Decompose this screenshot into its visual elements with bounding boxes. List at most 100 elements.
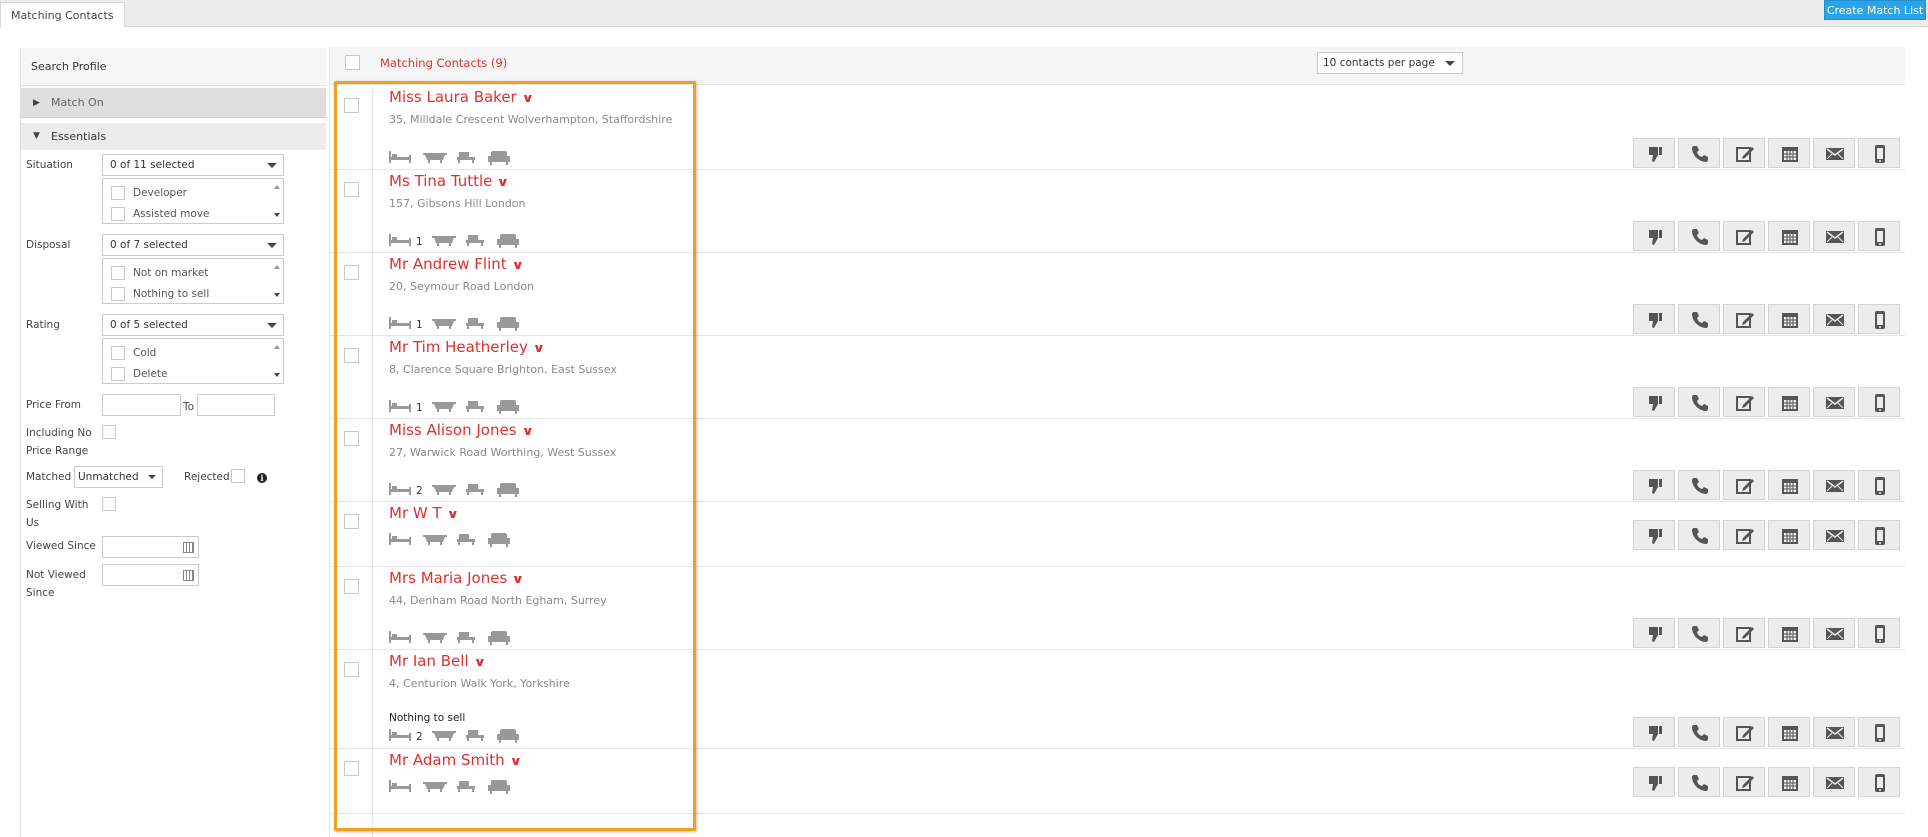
phone-button[interactable]: [1678, 138, 1720, 168]
contact-checkbox[interactable]: [344, 431, 359, 446]
contact-name-link[interactable]: Mr W T ∨: [389, 503, 459, 524]
calendar-icon[interactable]: [183, 570, 194, 581]
not-viewed-since-input[interactable]: [102, 564, 199, 586]
mobile-button[interactable]: [1858, 470, 1900, 500]
mobile-button[interactable]: [1858, 221, 1900, 251]
rating-option[interactable]: Cold: [111, 346, 156, 362]
scrollbar[interactable]: [271, 339, 283, 383]
edit-button[interactable]: [1723, 221, 1765, 251]
chevron-down-icon[interactable]: ∨: [473, 652, 486, 672]
create-match-list-button[interactable]: Create Match List: [1824, 0, 1926, 20]
email-button[interactable]: [1813, 767, 1855, 797]
scrollbar[interactable]: [271, 259, 283, 303]
checkbox[interactable]: [111, 287, 125, 301]
mobile-button[interactable]: [1858, 304, 1900, 334]
including-no-price-checkbox[interactable]: [102, 425, 116, 439]
chevron-down-icon[interactable]: ∨: [532, 338, 545, 358]
scroll-up-icon[interactable]: [274, 265, 280, 269]
thumbs-down-button[interactable]: [1633, 221, 1675, 251]
email-button[interactable]: [1813, 520, 1855, 550]
info-icon[interactable]: i: [257, 473, 267, 483]
contact-checkbox[interactable]: [344, 348, 359, 363]
rating-options-list[interactable]: Cold Delete: [102, 338, 284, 384]
per-page-select[interactable]: 10 contacts per page: [1317, 52, 1463, 74]
edit-button[interactable]: [1723, 304, 1765, 334]
checkbox[interactable]: [111, 207, 125, 221]
calendar-button[interactable]: [1768, 520, 1810, 550]
chevron-down-icon[interactable]: ∨: [521, 421, 534, 441]
phone-button[interactable]: [1678, 304, 1720, 334]
edit-button[interactable]: [1723, 387, 1765, 417]
contact-checkbox[interactable]: [344, 761, 359, 776]
mobile-button[interactable]: [1858, 767, 1900, 797]
situation-select[interactable]: 0 of 11 selected: [102, 154, 284, 176]
rejected-checkbox[interactable]: [231, 469, 245, 483]
scrollbar[interactable]: [271, 179, 283, 223]
mobile-button[interactable]: [1858, 717, 1900, 747]
calendar-button[interactable]: [1768, 138, 1810, 168]
rating-select[interactable]: 0 of 5 selected: [102, 314, 284, 336]
thumbs-down-button[interactable]: [1633, 304, 1675, 334]
thumbs-down-button[interactable]: [1633, 138, 1675, 168]
contact-checkbox[interactable]: [344, 98, 359, 113]
email-button[interactable]: [1813, 387, 1855, 417]
thumbs-down-button[interactable]: [1633, 717, 1675, 747]
calendar-icon[interactable]: [183, 542, 194, 553]
mobile-button[interactable]: [1858, 138, 1900, 168]
scroll-down-icon[interactable]: [274, 213, 280, 217]
chevron-down-icon[interactable]: ∨: [521, 88, 534, 108]
contact-name-link[interactable]: Mr Ian Bell ∨: [389, 651, 486, 672]
contact-name-link[interactable]: Miss Laura Baker ∨: [389, 87, 534, 108]
selling-with-us-checkbox[interactable]: [102, 497, 116, 511]
calendar-button[interactable]: [1768, 221, 1810, 251]
edit-button[interactable]: [1723, 470, 1765, 500]
chevron-down-icon[interactable]: ∨: [512, 569, 525, 589]
contact-checkbox[interactable]: [344, 579, 359, 594]
thumbs-down-button[interactable]: [1633, 470, 1675, 500]
edit-button[interactable]: [1723, 618, 1765, 648]
calendar-button[interactable]: [1768, 304, 1810, 334]
thumbs-down-button[interactable]: [1633, 387, 1675, 417]
email-button[interactable]: [1813, 717, 1855, 747]
thumbs-down-button[interactable]: [1633, 618, 1675, 648]
disposal-option[interactable]: Not on market: [111, 266, 208, 282]
phone-button[interactable]: [1678, 387, 1720, 417]
scroll-up-icon[interactable]: [274, 185, 280, 189]
contact-checkbox[interactable]: [344, 514, 359, 529]
chevron-down-icon[interactable]: ∨: [497, 172, 510, 192]
contact-name-link[interactable]: Mr Tim Heatherley ∨: [389, 337, 545, 358]
disposal-select[interactable]: 0 of 7 selected: [102, 234, 284, 256]
chevron-down-icon[interactable]: ∨: [511, 255, 524, 275]
edit-button[interactable]: [1723, 520, 1765, 550]
chevron-down-icon[interactable]: ∨: [509, 751, 522, 771]
situation-option[interactable]: Developer: [111, 186, 187, 202]
phone-button[interactable]: [1678, 717, 1720, 747]
calendar-button[interactable]: [1768, 387, 1810, 417]
scroll-down-icon[interactable]: [274, 373, 280, 377]
situation-option[interactable]: Assisted move: [111, 207, 209, 223]
checkbox[interactable]: [111, 186, 125, 200]
select-all-checkbox[interactable]: [345, 55, 360, 70]
phone-button[interactable]: [1678, 618, 1720, 648]
contact-name-link[interactable]: Miss Alison Jones ∨: [389, 420, 534, 441]
calendar-button[interactable]: [1768, 470, 1810, 500]
contact-name-link[interactable]: Mrs Maria Jones ∨: [389, 568, 525, 589]
calendar-button[interactable]: [1768, 618, 1810, 648]
tab-matching-contacts[interactable]: Matching Contacts: [0, 2, 125, 28]
matched-select[interactable]: Unmatched: [74, 466, 163, 488]
email-button[interactable]: [1813, 221, 1855, 251]
price-to-input[interactable]: [197, 394, 275, 416]
match-on-section-header[interactable]: ▶ Match On: [21, 88, 326, 118]
phone-button[interactable]: [1678, 767, 1720, 797]
thumbs-down-button[interactable]: [1633, 767, 1675, 797]
email-button[interactable]: [1813, 618, 1855, 648]
thumbs-down-button[interactable]: [1633, 520, 1675, 550]
scroll-up-icon[interactable]: [274, 345, 280, 349]
checkbox[interactable]: [111, 346, 125, 360]
contact-name-link[interactable]: Ms Tina Tuttle ∨: [389, 171, 510, 192]
calendar-button[interactable]: [1768, 717, 1810, 747]
disposal-option[interactable]: Nothing to sell: [111, 287, 209, 303]
mobile-button[interactable]: [1858, 520, 1900, 550]
edit-button[interactable]: [1723, 767, 1765, 797]
calendar-button[interactable]: [1768, 767, 1810, 797]
